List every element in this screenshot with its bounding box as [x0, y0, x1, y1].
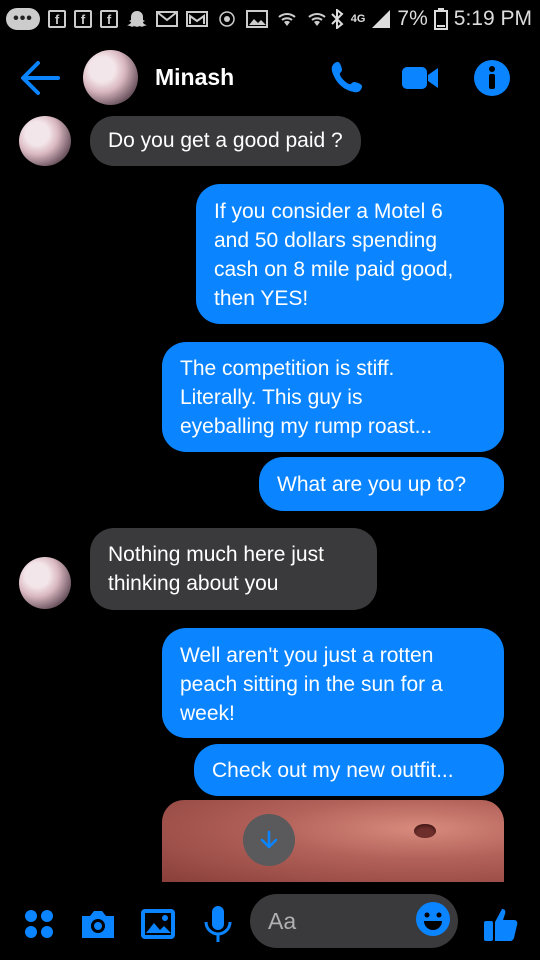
message-line: and 50 dollars spending	[214, 229, 438, 252]
scroll-to-bottom-button[interactable]	[243, 814, 295, 866]
message-line: If you consider a Motel 6	[214, 200, 443, 223]
message-avatar[interactable]	[19, 116, 71, 166]
message-bubble-outgoing[interactable]: If you consider a Motel 6 and 50 dollars…	[196, 184, 504, 324]
back-arrow-icon[interactable]	[18, 58, 62, 98]
phone-icon[interactable]	[328, 58, 368, 98]
wifi-icon	[278, 13, 296, 26]
network-type: 4G	[350, 13, 366, 25]
mail-icon	[156, 11, 178, 27]
message-bubble-outgoing[interactable]: Well aren't you just a rotten peach sitt…	[162, 628, 504, 738]
notification-icons: ••• f f f	[0, 8, 328, 30]
emoji-icon[interactable]	[415, 901, 451, 937]
clock: 5:19 PM	[453, 7, 532, 30]
photo-detail	[414, 824, 436, 838]
apps-icon[interactable]	[19, 904, 59, 944]
message-line: eyeballing my rump roast...	[180, 415, 433, 438]
message-line: Literally. This guy is	[180, 386, 363, 409]
arrow-down-icon	[260, 830, 278, 849]
bluetooth-icon	[331, 9, 344, 29]
info-icon[interactable]	[472, 58, 512, 98]
message-line: cash on 8 mile paid good,	[214, 258, 454, 281]
contact-avatar[interactable]	[83, 50, 138, 105]
snapchat-icon	[127, 11, 147, 27]
more-notifications-icon: •••	[6, 8, 40, 30]
camera-icon[interactable]	[78, 904, 118, 944]
message-line: then YES!	[214, 287, 309, 310]
message-composer: Aa	[0, 890, 540, 960]
message-line: Nothing much here just	[108, 543, 324, 566]
microphone-icon[interactable]	[198, 904, 238, 944]
message-line: Well aren't you just a rotten	[180, 644, 434, 667]
message-text: Do you get a good paid ?	[108, 129, 343, 152]
facebook-notification-icon: f	[48, 10, 66, 28]
conversation-header: Minash	[0, 44, 540, 114]
image-notification-icon	[246, 10, 268, 28]
gmail-icon	[186, 11, 208, 27]
facebook-notification-icon: f	[74, 10, 92, 28]
hotspot-icon	[219, 11, 235, 27]
status-bar: ••• f f f 4G 7% 5:19 PM	[0, 0, 540, 38]
message-bubble-outgoing[interactable]: The competition is stiff. Literally. Thi…	[162, 342, 504, 452]
wifi-icon	[308, 13, 326, 26]
thumbs-up-icon[interactable]	[481, 904, 521, 944]
system-status: 4G 7% 5:19 PM	[329, 0, 532, 38]
video-camera-icon[interactable]	[400, 58, 440, 98]
message-line: The competition is stiff.	[180, 357, 395, 380]
message-avatar[interactable]	[19, 557, 71, 609]
facebook-notification-icon: f	[100, 10, 118, 28]
message-bubble-incoming[interactable]: Nothing much here just thinking about yo…	[90, 528, 377, 610]
gallery-icon[interactable]	[138, 904, 178, 944]
message-line: peach sitting in the sun for a	[180, 673, 443, 696]
message-text: What are you up to?	[277, 473, 467, 496]
battery-percent: 7%	[397, 7, 428, 30]
message-bubble-outgoing[interactable]: Check out my new outfit...	[194, 744, 504, 796]
message-text: Check out my new outfit...	[212, 759, 454, 782]
photo-message[interactable]	[162, 800, 504, 882]
message-line: week!	[180, 702, 235, 725]
message-input-placeholder: Aa	[268, 907, 297, 934]
message-bubble-incoming[interactable]: Do you get a good paid ?	[90, 116, 361, 166]
battery-icon	[433, 8, 448, 30]
message-line: thinking about you	[108, 572, 279, 595]
message-bubble-outgoing[interactable]: What are you up to?	[259, 457, 504, 511]
signal-icon	[372, 10, 391, 28]
contact-name[interactable]: Minash	[155, 64, 234, 91]
